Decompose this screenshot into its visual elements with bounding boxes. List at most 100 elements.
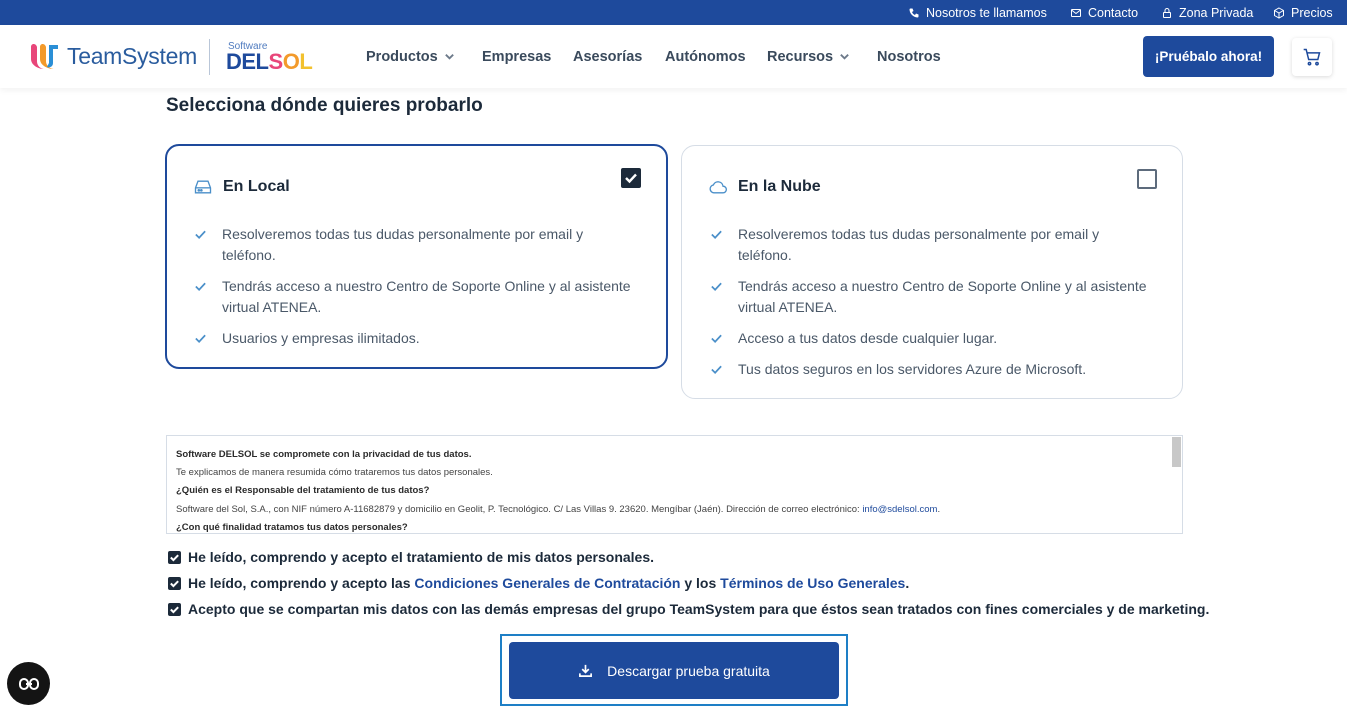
nav-nosotros[interactable]: Nosotros: [877, 25, 941, 88]
nav-nosotros-label: Nosotros: [877, 48, 941, 65]
privacy-line: ¿Quién es el Responsable del tratamiento…: [176, 485, 430, 497]
feature-text: Resolveremos todas tus dudas personalmen…: [222, 226, 584, 263]
check-icon: [625, 173, 637, 184]
nav-autonomos-label: Autónomos: [665, 48, 746, 65]
nav-asesorias[interactable]: Asesorías: [573, 25, 642, 88]
lock-icon: [1163, 7, 1171, 18]
privacy-policy-box[interactable]: Software DELSOL se compromete con la pri…: [166, 435, 1183, 534]
feature-text: Resolveremos todas tus dudas personalmen…: [738, 226, 1100, 263]
feature-text: Tendrás acceso a nuestro Centro de Sopor…: [738, 278, 1147, 315]
nav-empresas-label: Empresas: [482, 48, 552, 65]
check-icon: [711, 282, 722, 291]
local-checkbox[interactable]: [621, 168, 641, 188]
download-trial-button[interactable]: Descargar prueba gratuita: [509, 642, 839, 699]
check-icon: [711, 365, 722, 374]
consent-text-a: He leído, comprendo y acepto las: [188, 575, 415, 591]
box-icon: [1274, 6, 1284, 19]
accessibility-widget-button[interactable]: [7, 662, 50, 705]
check-icon: [170, 554, 179, 561]
call-us-link[interactable]: Nosotros te llamamos: [908, 0, 1047, 25]
nav-asesorias-label: Asesorías: [573, 48, 643, 65]
nav-recursos[interactable]: Recursos: [767, 25, 850, 88]
delsol-logo[interactable]: Software DELSOL: [226, 41, 313, 74]
general-conditions-link[interactable]: Condiciones Generales de Contratación: [414, 575, 680, 591]
cart-button[interactable]: [1292, 38, 1332, 76]
contact-link[interactable]: Contacto: [1070, 0, 1138, 25]
card-local-header: En Local: [193, 178, 290, 196]
teamsystem-wordmark: TeamSystem: [67, 42, 197, 69]
privacy-line: ¿Con qué finalidad tratamos tus datos pe…: [176, 521, 408, 533]
section-title: Selecciona dónde quieres probarlo: [166, 95, 483, 116]
card-cloud-features: Resolveremos todas tus dudas personalmen…: [710, 224, 1150, 390]
cloud-checkbox[interactable]: [1137, 169, 1157, 189]
nav-recursos-label: Recursos: [767, 48, 834, 65]
check-icon: [195, 282, 206, 291]
feature-item: Resolveremos todas tus dudas personalmen…: [710, 224, 1150, 266]
prices-label: Precios: [1291, 5, 1333, 20]
consent-text-c: .: [905, 575, 910, 591]
option-card-cloud[interactable]: En la Nube Resolveremos todas tus dudas …: [681, 145, 1183, 399]
privacy-text: Software DELSOL se compromete con la pri…: [176, 446, 1166, 533]
feature-item: Tus datos seguros en los servidores Azur…: [710, 359, 1150, 380]
teamsystem-mark-icon: [28, 41, 59, 71]
consent-text-b: y los: [680, 575, 721, 591]
card-cloud-title: En la Nube: [738, 178, 821, 195]
check-icon: [711, 334, 722, 343]
contact-label: Contacto: [1088, 5, 1139, 20]
privacy-line: Software DELSOL se compromete con la pri…: [176, 449, 472, 460]
try-now-button[interactable]: ¡Pruébalo ahora!: [1143, 36, 1274, 77]
feature-item: Resolveremos todas tus dudas personalmen…: [194, 224, 634, 266]
terms-of-use-link[interactable]: Términos de Uso Generales: [720, 575, 905, 591]
private-zone-label: Zona Privada: [1179, 5, 1254, 20]
consent-marketing[interactable]: Acepto que se compartan mis datos con la…: [168, 601, 1209, 617]
privacy-email-link[interactable]: info@sdelsol.com: [862, 504, 937, 515]
hard-drive-icon: [194, 180, 212, 194]
cart-icon: [1303, 48, 1321, 66]
private-zone-link[interactable]: Zona Privada: [1161, 0, 1253, 25]
check-icon: [170, 606, 179, 613]
consent-text: He leído, comprendo y acepto las Condici…: [188, 575, 909, 591]
feature-item: Usuarios y empresas ilimitados.: [194, 328, 634, 349]
chevron-down-icon: [444, 54, 454, 60]
logo-divider: [209, 39, 210, 75]
privacy-scrollbar[interactable]: [1172, 437, 1181, 467]
consent-checkbox[interactable]: [168, 550, 181, 564]
consent-checkbox[interactable]: [168, 602, 181, 616]
nav-productos-label: Productos: [366, 48, 438, 65]
call-us-label: Nosotros te llamamos: [926, 5, 1047, 20]
card-local-title: En Local: [223, 178, 290, 195]
feature-text: Usuarios y empresas ilimitados.: [222, 330, 420, 346]
cloud-icon: [709, 181, 727, 194]
top-utility-bar: Nosotros te llamamos Contacto Zona Priva…: [0, 0, 1347, 25]
feature-item: Tendrás acceso a nuestro Centro de Sopor…: [710, 276, 1150, 318]
card-cloud-header: En la Nube: [708, 178, 821, 196]
feature-text: Tus datos seguros en los servidores Azur…: [738, 361, 1087, 377]
teamsystem-logo[interactable]: TeamSystem: [28, 41, 197, 71]
mail-icon: [1071, 8, 1081, 17]
check-icon: [195, 230, 206, 239]
download-trial-label: Descargar prueba gratuita: [607, 662, 770, 679]
consent-data-processing[interactable]: He leído, comprendo y acepto el tratamie…: [168, 549, 654, 565]
nav-autonomos[interactable]: Autónomos: [665, 25, 746, 88]
consent-checkbox[interactable]: [168, 576, 181, 590]
consent-text: Acepto que se compartan mis datos con la…: [188, 601, 1210, 617]
check-icon: [711, 230, 722, 239]
main-header: TeamSystem Software DELSOL Productos Emp…: [0, 25, 1347, 88]
privacy-line: Software del Sol, S.A., con NIF número A…: [176, 501, 1166, 519]
card-local-features: Resolveremos todas tus dudas personalmen…: [194, 224, 634, 359]
privacy-line: Te explicamos de manera resumida cómo tr…: [176, 467, 493, 479]
prices-link[interactable]: Precios: [1273, 0, 1333, 25]
consent-terms[interactable]: He leído, comprendo y acepto las Condici…: [168, 575, 909, 591]
feature-text: Acceso a tus datos desde cualquier lugar…: [738, 330, 998, 346]
chevron-down-icon: [840, 54, 849, 60]
check-icon: [195, 334, 206, 343]
phone-icon: [909, 8, 919, 17]
feature-text: Tendrás acceso a nuestro Centro de Sopor…: [222, 278, 631, 315]
nav-productos[interactable]: Productos: [366, 25, 455, 88]
nav-empresas[interactable]: Empresas: [482, 25, 551, 88]
feature-item: Acceso a tus datos desde cualquier lugar…: [710, 328, 1150, 349]
feature-item: Tendrás acceso a nuestro Centro de Sopor…: [194, 276, 634, 318]
option-card-local[interactable]: En Local Resolveremos todas tus dudas pe…: [165, 144, 668, 369]
privacy-line-end: .: [937, 503, 941, 515]
delsol-wordmark: DELSOL: [226, 49, 313, 74]
